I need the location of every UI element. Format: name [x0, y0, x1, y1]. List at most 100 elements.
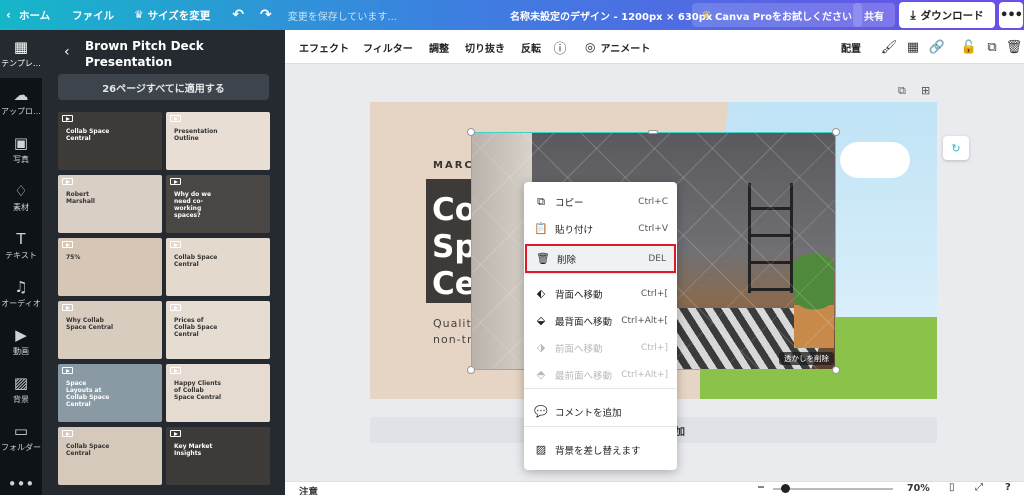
undo-button[interactable]: ↶	[224, 0, 252, 30]
resize-handle-br[interactable]	[832, 366, 840, 374]
download-button[interactable]: ⤓ ダウンロード	[899, 2, 995, 28]
apply-all-pages-button[interactable]: 26ページすべてに適用する	[58, 74, 269, 100]
flip-button[interactable]: 反転	[521, 30, 541, 64]
effect-button[interactable]: エフェクト	[299, 30, 349, 64]
play-icon	[170, 178, 181, 185]
menu-item-shortcut: Ctrl+Alt+]	[621, 369, 668, 380]
template-thumbnail[interactable]: Why Collab Space Central	[58, 301, 162, 359]
template-thumbnail[interactable]: Why do we need co-working spaces?	[166, 175, 270, 233]
home-button[interactable]: ‹ ホーム	[0, 0, 58, 30]
duplicate-icon[interactable]: ⧉	[983, 30, 1001, 64]
trash-icon[interactable]: 🗑	[1005, 30, 1023, 64]
menu-item-icon: ⬙	[536, 314, 546, 327]
thumbnail-label: Prices of Collab Space Central	[174, 317, 218, 338]
rail-item-0[interactable]: ▦ テンプレ…	[0, 30, 42, 78]
context-menu-item[interactable]: 💬 コメントを追加	[524, 398, 677, 425]
redo-button[interactable]: ↷	[252, 0, 280, 30]
rail-item-4[interactable]: T テキスト	[0, 222, 42, 270]
refresh-comment-icon[interactable]: ↻	[943, 136, 969, 160]
lock-icon[interactable]: 🔓	[960, 30, 978, 64]
position-button[interactable]: 配置	[841, 30, 861, 64]
thumbnail-label: 75%	[66, 254, 81, 261]
fullscreen-icon[interactable]: ⤢	[975, 482, 983, 493]
filter-button[interactable]: フィルター	[363, 30, 413, 64]
template-thumbnail[interactable]: Robert Marshall	[58, 175, 162, 233]
bottom-bar: 注意 − 70% ▯ ⤢ ?	[285, 481, 1024, 495]
thumbnail-label: Presentation Outline	[174, 128, 218, 142]
download-icon: ⤓	[910, 7, 916, 22]
menu-item-shortcut: Ctrl+V	[638, 223, 668, 234]
paint-roller-icon[interactable]: 🖌	[880, 30, 898, 64]
template-thumbnail[interactable]: Space Layouts at Collab Space Central	[58, 364, 162, 422]
rail-item-7[interactable]: ▨ 背景	[0, 366, 42, 414]
rail-icon-6: ▶	[15, 325, 27, 344]
file-menu[interactable]: ファイル	[64, 0, 122, 30]
template-thumbnail[interactable]: Collab Space Central	[58, 427, 162, 485]
rail-item-8[interactable]: ▭ フォルダー	[0, 414, 42, 462]
context-menu-item[interactable]: ▨ 背景を差し替えます	[524, 436, 677, 463]
more-options-button[interactable]: •••	[999, 2, 1023, 28]
zoom-slider-handle[interactable]	[781, 484, 790, 493]
back-arrow-icon[interactable]: ‹	[64, 44, 70, 60]
link-icon[interactable]: 🔗	[928, 30, 946, 64]
add-page-icon[interactable]: ⊞	[921, 84, 930, 97]
context-menu-item[interactable]: ⬙ 最背面へ移動 Ctrl+Alt+[	[524, 307, 677, 334]
template-thumbnail[interactable]: Happy Clients of Collab Space Central	[166, 364, 270, 422]
context-menu-item[interactable]: 📋 貼り付け Ctrl+V	[524, 215, 677, 242]
resize-label: サイズを変更	[147, 9, 211, 22]
rail-item-3[interactable]: ♢ 素材	[0, 174, 42, 222]
rail-item-9[interactable]: •••	[0, 462, 42, 495]
template-thumbnail[interactable]: Prices of Collab Space Central	[166, 301, 270, 359]
animate-button[interactable]: ◎ アニメート	[585, 30, 650, 64]
resize-handle-tr[interactable]	[832, 128, 840, 136]
context-menu-item: ⬗ 前面へ移動 Ctrl+]	[524, 334, 677, 361]
undo-icon: ↶	[232, 7, 244, 23]
rail-label-8: フォルダー	[1, 442, 41, 452]
remove-watermark-button[interactable]: 透かしを削除	[779, 352, 834, 365]
help-icon[interactable]: ?	[1005, 482, 1011, 493]
resize-handle-tl[interactable]	[467, 128, 475, 136]
adjust-button[interactable]: 調整	[429, 30, 449, 64]
share-button[interactable]: 共有	[853, 3, 895, 27]
menu-item-icon: ⬖	[536, 287, 546, 300]
info-icon[interactable]: ⓘ	[551, 30, 569, 64]
rail-label-5: オーディオ	[1, 298, 41, 308]
menu-item-icon: ▨	[535, 443, 547, 456]
rail-label-6: 動画	[13, 346, 29, 356]
resize-handle-top[interactable]	[648, 130, 658, 134]
template-thumbnail[interactable]: Collab Space Central	[58, 112, 162, 170]
canva-pro-label: Canva Proをお試しください	[714, 11, 853, 23]
template-thumbnail[interactable]: Key Market Insights	[166, 427, 270, 485]
play-icon	[62, 430, 73, 437]
rail-item-6[interactable]: ▶ 動画	[0, 318, 42, 366]
rail-label-1: アップロ…	[1, 106, 41, 116]
slide-title-text[interactable]: Co Sp Ce	[432, 192, 477, 303]
thumbnail-label: Collab Space Central	[174, 254, 218, 268]
template-thumbnail[interactable]: Presentation Outline	[166, 112, 270, 170]
notes-button[interactable]: 注意	[299, 484, 318, 495]
rail-item-2[interactable]: ▣ 写真	[0, 126, 42, 174]
duplicate-page-icon[interactable]: ⧉	[898, 84, 906, 98]
template-thumbnail[interactable]: Collab Space Central	[166, 238, 270, 296]
play-icon	[62, 115, 73, 122]
resize-handle-bl[interactable]	[467, 366, 475, 374]
context-menu-item[interactable]: ⬖ 背面へ移動 Ctrl+[	[524, 280, 677, 307]
zoom-out-icon[interactable]: −	[757, 482, 765, 493]
crop-button[interactable]: 切り抜き	[465, 30, 505, 64]
rail-item-1[interactable]: ☁ アップロ…	[0, 78, 42, 126]
document-title[interactable]: 名称未設定のデザイン - 1200px × 630px	[502, 0, 720, 30]
canva-pro-button[interactable]: ♛ Canva Proをお試しください	[692, 3, 863, 27]
context-menu-item[interactable]: ⧉ コピー Ctrl+C	[524, 188, 677, 215]
rail-item-5[interactable]: ♫ オーディオ	[0, 270, 42, 318]
top-bar: ‹ ホーム ファイル ♛ サイズを変更 ↶ ↷ 変更を保存しています... 名称…	[0, 0, 1024, 30]
resize-button[interactable]: ♛ サイズを変更	[126, 0, 218, 30]
zoom-slider-track[interactable]	[773, 488, 893, 490]
context-menu-item[interactable]: 🗑 削除 DEL	[525, 244, 676, 273]
zoom-level[interactable]: 70%	[907, 483, 930, 494]
panel-title: Brown Pitch Deck Presentation	[85, 39, 204, 69]
page-view-icon[interactable]: ▯	[949, 482, 955, 493]
thumbnail-label: Space Layouts at Collab Space Central	[66, 380, 110, 408]
template-thumbnail[interactable]: 75%	[58, 238, 162, 296]
menu-item-label: コピー	[555, 197, 584, 209]
transparency-icon[interactable]: ▦	[904, 30, 922, 64]
